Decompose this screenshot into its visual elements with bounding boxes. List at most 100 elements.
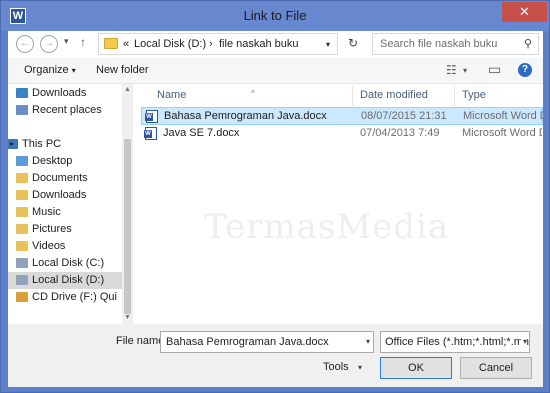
drive-c-icon xyxy=(16,258,28,268)
up-button[interactable]: ↑ xyxy=(80,35,86,49)
command-bar: Organize ▾ New folder ☷ ▾ ▭ ? xyxy=(8,58,543,84)
dialog-body: ← → ▾ ↑ « Local Disk (D:) › file naskah … xyxy=(8,31,543,387)
view-dropdown[interactable]: ▾ xyxy=(463,66,467,75)
sidebar-item-label: Documents xyxy=(32,172,88,184)
chevron-down-icon[interactable]: ▾ xyxy=(358,363,362,372)
file-row[interactable]: Bahasa Pemrograman Java.docx 08/07/2015 2… xyxy=(141,107,543,125)
scroll-down-arrow[interactable]: ▼ xyxy=(124,314,131,321)
sidebar-item-label: Recent places xyxy=(32,104,102,116)
sidebar-item-label: Music xyxy=(32,206,61,218)
file-name-value: Bahasa Pemrograman Java.docx xyxy=(166,336,329,348)
documents-icon xyxy=(16,173,28,183)
file-date-cell: 08/07/2015 21:31 xyxy=(361,110,447,122)
sidebar-item[interactable]: Pictures xyxy=(8,221,122,238)
tools-button[interactable]: Tools xyxy=(323,361,349,373)
sidebar-item-label: Desktop xyxy=(32,155,73,167)
ok-button[interactable]: OK xyxy=(380,357,452,379)
file-name-cell: Bahasa Pemrograman Java.docx xyxy=(164,110,327,122)
recent-places-icon xyxy=(16,105,28,115)
organize-button[interactable]: Organize ▾ xyxy=(24,64,76,76)
word-document-icon xyxy=(145,110,158,123)
sidebar-item[interactable]: Desktop xyxy=(8,153,122,170)
sidebar-item[interactable]: This PC ▸ xyxy=(8,136,122,153)
scroll-up-arrow[interactable]: ▲ xyxy=(124,86,131,93)
file-name-cell: Java SE 7.docx xyxy=(163,127,240,139)
view-options-icon[interactable]: ☷ xyxy=(446,63,457,77)
chevron-down-icon[interactable]: ▾ xyxy=(366,337,370,346)
sidebar-item-label: Local Disk (C:) xyxy=(32,257,105,269)
word-document-icon xyxy=(144,127,157,140)
videos-icon xyxy=(16,241,28,251)
address-segment-file-naskah-buku[interactable]: file naskah buku xyxy=(219,38,299,50)
search-input[interactable]: Search file naskah buku ⚲ xyxy=(372,33,539,55)
sidebar-item-label: CD Drive (F:) Qui xyxy=(32,291,117,303)
expand-arrow-icon[interactable]: ▸ xyxy=(10,139,14,148)
watermark-text: TermasMedia xyxy=(204,207,450,247)
sidebar-item-label: Downloads xyxy=(32,189,87,201)
sidebar-item[interactable]: Recent places xyxy=(8,102,122,119)
column-divider[interactable] xyxy=(352,86,353,106)
sidebar-item[interactable]: CD Drive (F:) Qui xyxy=(8,289,122,306)
title-bar[interactable]: W Link to File ✕ xyxy=(1,1,549,31)
sidebar-item-label: Videos xyxy=(32,240,66,252)
sidebar-item[interactable]: Local Disk (C:) xyxy=(8,255,122,272)
sort-ascending-icon: ^ xyxy=(251,89,255,98)
help-icon[interactable]: ? xyxy=(518,63,532,77)
sidebar-item[interactable]: Videos xyxy=(8,238,122,255)
column-header-date-modified[interactable]: Date modified xyxy=(360,89,428,101)
recent-locations-dropdown[interactable]: ▾ xyxy=(64,36,69,47)
file-type-cell: Microsoft Word D... xyxy=(463,110,543,122)
music-icon xyxy=(16,207,28,217)
search-placeholder: Search file naskah buku xyxy=(380,38,498,50)
sidebar-item[interactable]: Documents xyxy=(8,170,122,187)
downloads-icon xyxy=(16,88,28,98)
sidebar-item[interactable]: Music xyxy=(8,204,122,221)
search-icon[interactable]: ⚲ xyxy=(524,37,532,50)
column-headers: Name ^ Date modified Type xyxy=(141,84,543,106)
address-bar[interactable]: « Local Disk (D:) › file naskah buku ▾ xyxy=(98,33,338,55)
forward-button[interactable]: → xyxy=(40,35,58,53)
chevron-down-icon: ▾ xyxy=(71,66,76,75)
scrollbar-thumb[interactable] xyxy=(124,139,131,314)
file-type-cell: Microsoft Word D... xyxy=(462,127,542,139)
refresh-button[interactable]: ↻ xyxy=(348,36,358,50)
sidebar-item-label: Downloads xyxy=(32,87,87,99)
column-header-type[interactable]: Type xyxy=(462,89,486,101)
cancel-button[interactable]: Cancel xyxy=(460,357,532,379)
sidebar-item[interactable]: Downloads xyxy=(8,187,122,204)
chevron-down-icon[interactable]: ▾ xyxy=(520,337,527,346)
sidebar-item[interactable]: Downloads xyxy=(8,85,122,102)
drive-d-icon xyxy=(16,275,28,285)
address-overflow-chevron[interactable]: « xyxy=(123,38,129,50)
close-button[interactable]: ✕ xyxy=(502,2,547,22)
new-folder-button[interactable]: New folder xyxy=(96,64,149,76)
address-segment-local-disk-d[interactable]: Local Disk (D:) xyxy=(134,38,206,50)
organize-label: Organize xyxy=(24,64,69,76)
pictures-icon xyxy=(16,224,28,234)
back-button[interactable]: ← xyxy=(16,35,34,53)
cd-drive-icon xyxy=(16,292,28,302)
preview-pane-icon[interactable]: ▭ xyxy=(488,61,501,78)
file-list: Name ^ Date modified Type Bahasa Pemrogr… xyxy=(141,84,543,324)
file-type-filter-value: Office Files (*.htm;*.html;*.mht xyxy=(385,336,530,348)
column-divider[interactable] xyxy=(454,86,455,106)
dialog-title: Link to File xyxy=(243,8,307,23)
address-row: ← → ▾ ↑ « Local Disk (D:) › file naskah … xyxy=(8,31,543,57)
desktop-icon xyxy=(16,156,28,166)
file-name-field[interactable]: Bahasa Pemrograman Java.docx ▾ xyxy=(160,331,374,353)
navigation-pane: Downloads Recent places This PC ▸ Desktop Doc… xyxy=(8,84,133,324)
address-separator[interactable]: › xyxy=(209,38,213,50)
sidebar-item-label: This PC xyxy=(22,138,62,150)
address-dropdown[interactable]: ▾ xyxy=(326,40,330,49)
file-date-cell: 07/04/2013 7:49 xyxy=(360,127,440,139)
file-row[interactable]: Java SE 7.docx 07/04/2013 7:49 Microsoft W… xyxy=(141,125,543,143)
link-to-file-dialog: W Link to File ✕ ← → ▾ ↑ « Local Disk (D… xyxy=(0,0,550,393)
navigation-pane-scrollbar[interactable]: ▲ ▼ xyxy=(122,84,133,324)
column-header-name[interactable]: Name xyxy=(157,89,186,101)
sidebar-item-label: Local Disk (D:) xyxy=(32,274,105,286)
sidebar-item[interactable]: Local Disk (D:) xyxy=(8,272,122,289)
dialog-footer: File name: Bahasa Pemrograman Java.docx … xyxy=(8,324,543,387)
file-type-filter[interactable]: Office Files (*.htm;*.html;*.mht ▾ xyxy=(380,331,530,353)
downloads-icon xyxy=(16,190,28,200)
sidebar-item-label: Pictures xyxy=(32,223,72,235)
